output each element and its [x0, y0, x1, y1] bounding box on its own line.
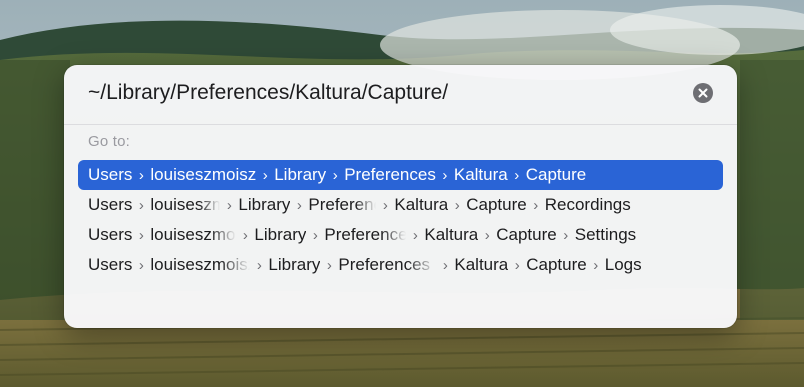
chevron-right-icon: ›	[226, 196, 232, 214]
chevron-right-icon: ›	[514, 256, 520, 274]
chevron-right-icon: ›	[326, 256, 332, 274]
path-segment: Preferences	[324, 225, 407, 244]
chevron-right-icon: ›	[138, 166, 144, 184]
path-segment: louiseszmoisz	[150, 225, 236, 244]
suggestion-item[interactable]: Users › louiseszmoisz › Library › Prefer…	[78, 160, 723, 190]
suggestion-item[interactable]: Users › louiseszmoisz › Library › Prefer…	[78, 190, 723, 220]
chevron-right-icon: ›	[138, 256, 144, 274]
path-segment: Capture	[466, 195, 527, 214]
path-segment: Capture	[526, 255, 587, 274]
path-segment: Kaltura	[424, 225, 479, 244]
path-segment: Capture	[525, 165, 587, 184]
chevron-right-icon: ›	[332, 166, 338, 184]
suggestion-item[interactable]: Users › louiseszmoisz › Library › Prefer…	[78, 250, 723, 280]
path-segment: Logs	[604, 255, 642, 274]
path-segment: Users	[88, 165, 133, 184]
chevron-right-icon: ›	[484, 226, 490, 244]
chevron-right-icon: ›	[412, 226, 418, 244]
suggestion-item[interactable]: Users › louiseszmoisz › Library › Prefer…	[78, 220, 723, 250]
chevron-right-icon: ›	[256, 256, 262, 274]
path-segment: Preferences	[338, 255, 431, 274]
chevron-right-icon: ›	[138, 226, 144, 244]
chevron-right-icon: ›	[563, 226, 569, 244]
xmark-circle-icon[interactable]	[693, 83, 713, 103]
path-segment: louiseszmoisz	[150, 255, 251, 274]
path-segment: louiseszmoisz	[150, 195, 221, 214]
chevron-right-icon: ›	[442, 256, 448, 274]
chevron-right-icon: ›	[593, 256, 599, 274]
path-segment: Users	[88, 195, 133, 214]
path-segment: Capture	[496, 225, 557, 244]
path-segment: louiseszmoisz	[150, 165, 257, 184]
chevron-right-icon: ›	[382, 196, 388, 214]
path-segment: Users	[88, 255, 133, 274]
path-segment: Settings	[574, 225, 637, 244]
path-segment: Kaltura	[454, 255, 509, 274]
path-segment: Recordings	[544, 195, 631, 214]
chevron-right-icon: ›	[312, 226, 318, 244]
chevron-right-icon: ›	[514, 166, 520, 184]
path-segment: Library	[274, 165, 327, 184]
path-segment: Kaltura	[394, 195, 449, 214]
chevron-right-icon: ›	[442, 166, 448, 184]
path-segment: Users	[88, 225, 133, 244]
path-segment: Preferences	[344, 165, 436, 184]
path-segment: Library	[268, 255, 321, 274]
path-segment: Kaltura	[453, 165, 508, 184]
go-to-folder-panel: ~/Library/Preferences/Kaltura/Capture/ G…	[64, 65, 737, 328]
path-input[interactable]: ~/Library/Preferences/Kaltura/Capture/	[88, 75, 678, 111]
go-to-section-label: Go to:	[88, 133, 131, 150]
chevron-right-icon: ›	[242, 226, 248, 244]
divider	[64, 124, 737, 125]
chevron-right-icon: ›	[533, 196, 539, 214]
path-segment: Library	[238, 195, 291, 214]
suggestions-list: Users › louiseszmoisz › Library › Prefer…	[78, 160, 723, 280]
chevron-right-icon: ›	[262, 166, 268, 184]
chevron-right-icon: ›	[296, 196, 302, 214]
chevron-right-icon: ›	[138, 196, 144, 214]
path-segment: Library	[254, 225, 307, 244]
path-segment: Preferences	[308, 195, 376, 214]
chevron-right-icon: ›	[454, 196, 460, 214]
